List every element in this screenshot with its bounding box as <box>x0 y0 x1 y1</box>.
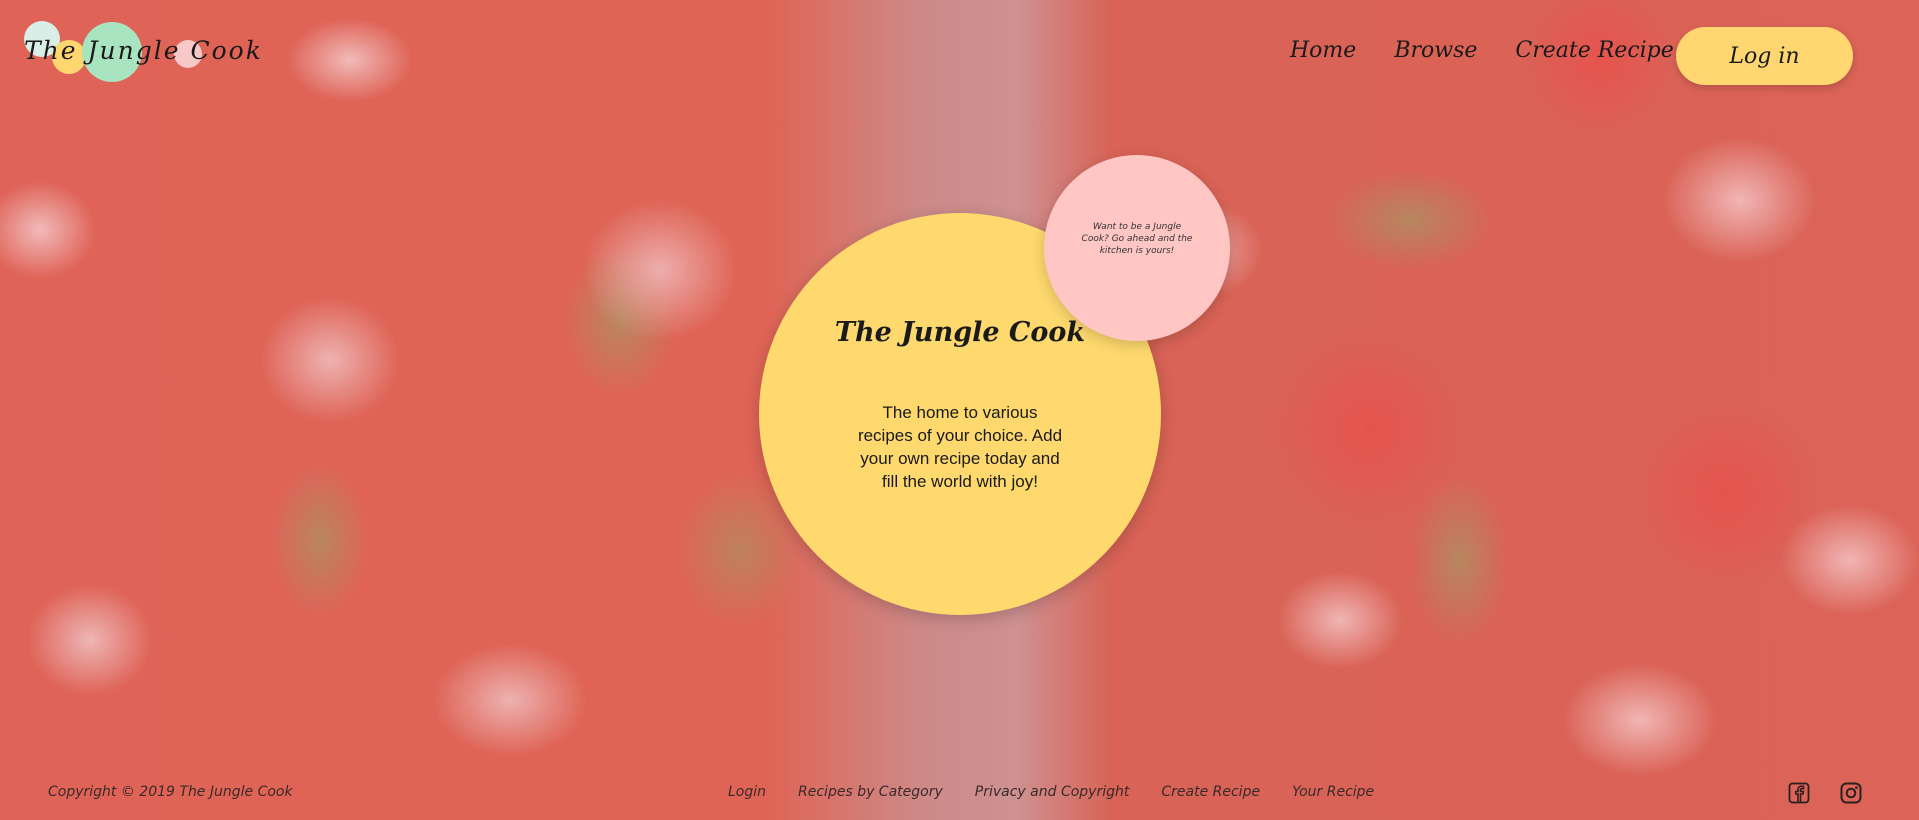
facebook-icon[interactable] <box>1787 781 1811 805</box>
login-button[interactable]: Log in <box>1676 27 1853 85</box>
hero-description: The home to various recipes of your choi… <box>857 403 1063 491</box>
nav-browse-link[interactable]: Browse <box>1394 38 1477 63</box>
main-nav: Home Browse Create Recipe <box>1290 38 1674 63</box>
logo-text: The Jungle Cook <box>24 36 263 65</box>
footer-links: Login Recipes by Category Privacy and Co… <box>728 784 1374 800</box>
footer-login-link[interactable]: Login <box>728 784 766 800</box>
instagram-icon[interactable] <box>1839 781 1863 805</box>
signup-bubble-text: Want to be a Jungle Cook? Go ahead and t… <box>1081 222 1193 256</box>
signup-bubble[interactable]: Want to be a Jungle Cook? Go ahead and t… <box>1044 155 1230 341</box>
footer-create-recipe-link[interactable]: Create Recipe <box>1161 784 1260 800</box>
nav-create-recipe-link[interactable]: Create Recipe <box>1515 38 1673 63</box>
site-logo[interactable]: The Jungle Cook <box>20 18 261 88</box>
footer-recipes-by-category-link[interactable]: Recipes by Category <box>798 784 943 800</box>
footer-your-recipe-link[interactable]: Your Recipe <box>1292 784 1374 800</box>
nav-home-link[interactable]: Home <box>1290 38 1356 63</box>
footer-privacy-link[interactable]: Privacy and Copyright <box>975 784 1130 800</box>
copyright-text: Copyright © 2019 The Jungle Cook <box>48 784 293 800</box>
